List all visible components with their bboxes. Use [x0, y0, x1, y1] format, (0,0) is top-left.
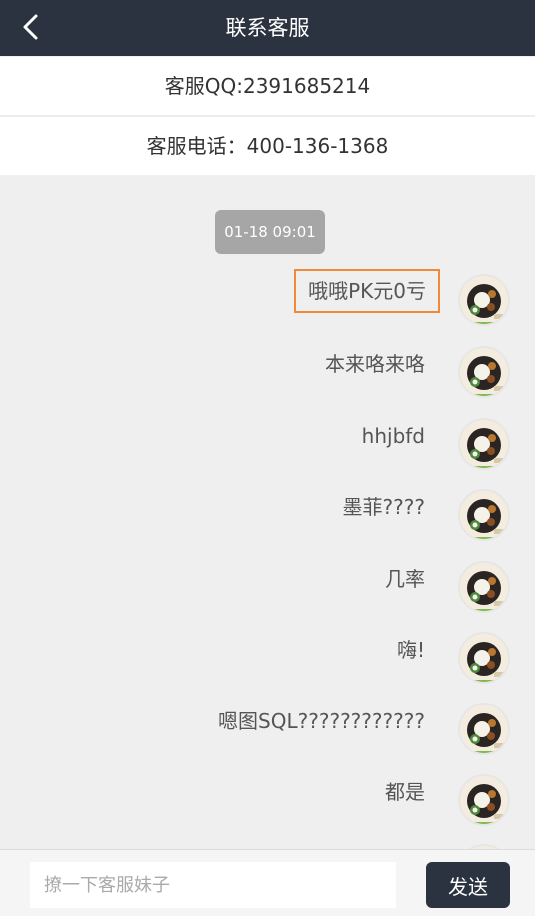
food-avatar-icon[interactable]: [458, 774, 510, 826]
message-bubble[interactable]: 嗯图SQL????????????: [218, 703, 425, 739]
message-bubble[interactable]: 几率: [385, 561, 425, 597]
message-bubble[interactable]: 哦哦PK元0亏: [294, 269, 440, 313]
message-row: hhjbfd: [0, 418, 535, 490]
food-avatar-icon[interactable]: [458, 418, 510, 470]
send-button[interactable]: 发送: [426, 862, 510, 908]
message-bubble[interactable]: hhjbfd: [362, 418, 425, 454]
message-bubble[interactable]: 嗨!: [397, 632, 425, 668]
food-avatar-icon[interactable]: [458, 632, 510, 684]
message-row: 嗨!: [0, 632, 535, 704]
message-row: 哦哦PK元0亏: [0, 269, 535, 346]
food-avatar-icon[interactable]: [458, 274, 510, 326]
message-row: 嗯图SQL????????????: [0, 703, 535, 775]
food-avatar-icon[interactable]: [458, 346, 510, 398]
phone-info: 客服电话：400-136-1368: [0, 117, 535, 175]
food-avatar-icon[interactable]: [458, 489, 510, 541]
qq-info: 客服QQ:2391685214: [0, 57, 535, 115]
header-bar: 联系客服: [0, 0, 535, 56]
message-bubble[interactable]: 墨菲????: [343, 489, 425, 525]
message-input[interactable]: [30, 862, 396, 908]
message-row: 本来咯来咯: [0, 346, 535, 418]
food-avatar-icon[interactable]: [458, 561, 510, 613]
message-bubble[interactable]: 本来咯来咯: [325, 346, 425, 382]
page-title: 联系客服: [225, 16, 310, 40]
food-avatar-icon[interactable]: [458, 703, 510, 755]
composer-bar: 发送: [0, 849, 535, 916]
chat-area[interactable]: 01-18 09:01 哦哦PK元0亏 本来咯来咯 hhjbfd 墨菲???? …: [0, 176, 535, 849]
message-bubble[interactable]: 都是: [385, 774, 425, 810]
timestamp-badge: 01-18 09:01: [215, 210, 325, 254]
message-row: 墨菲????: [0, 489, 535, 561]
message-row: 几率: [0, 561, 535, 633]
message-row: 都是: [0, 774, 535, 846]
